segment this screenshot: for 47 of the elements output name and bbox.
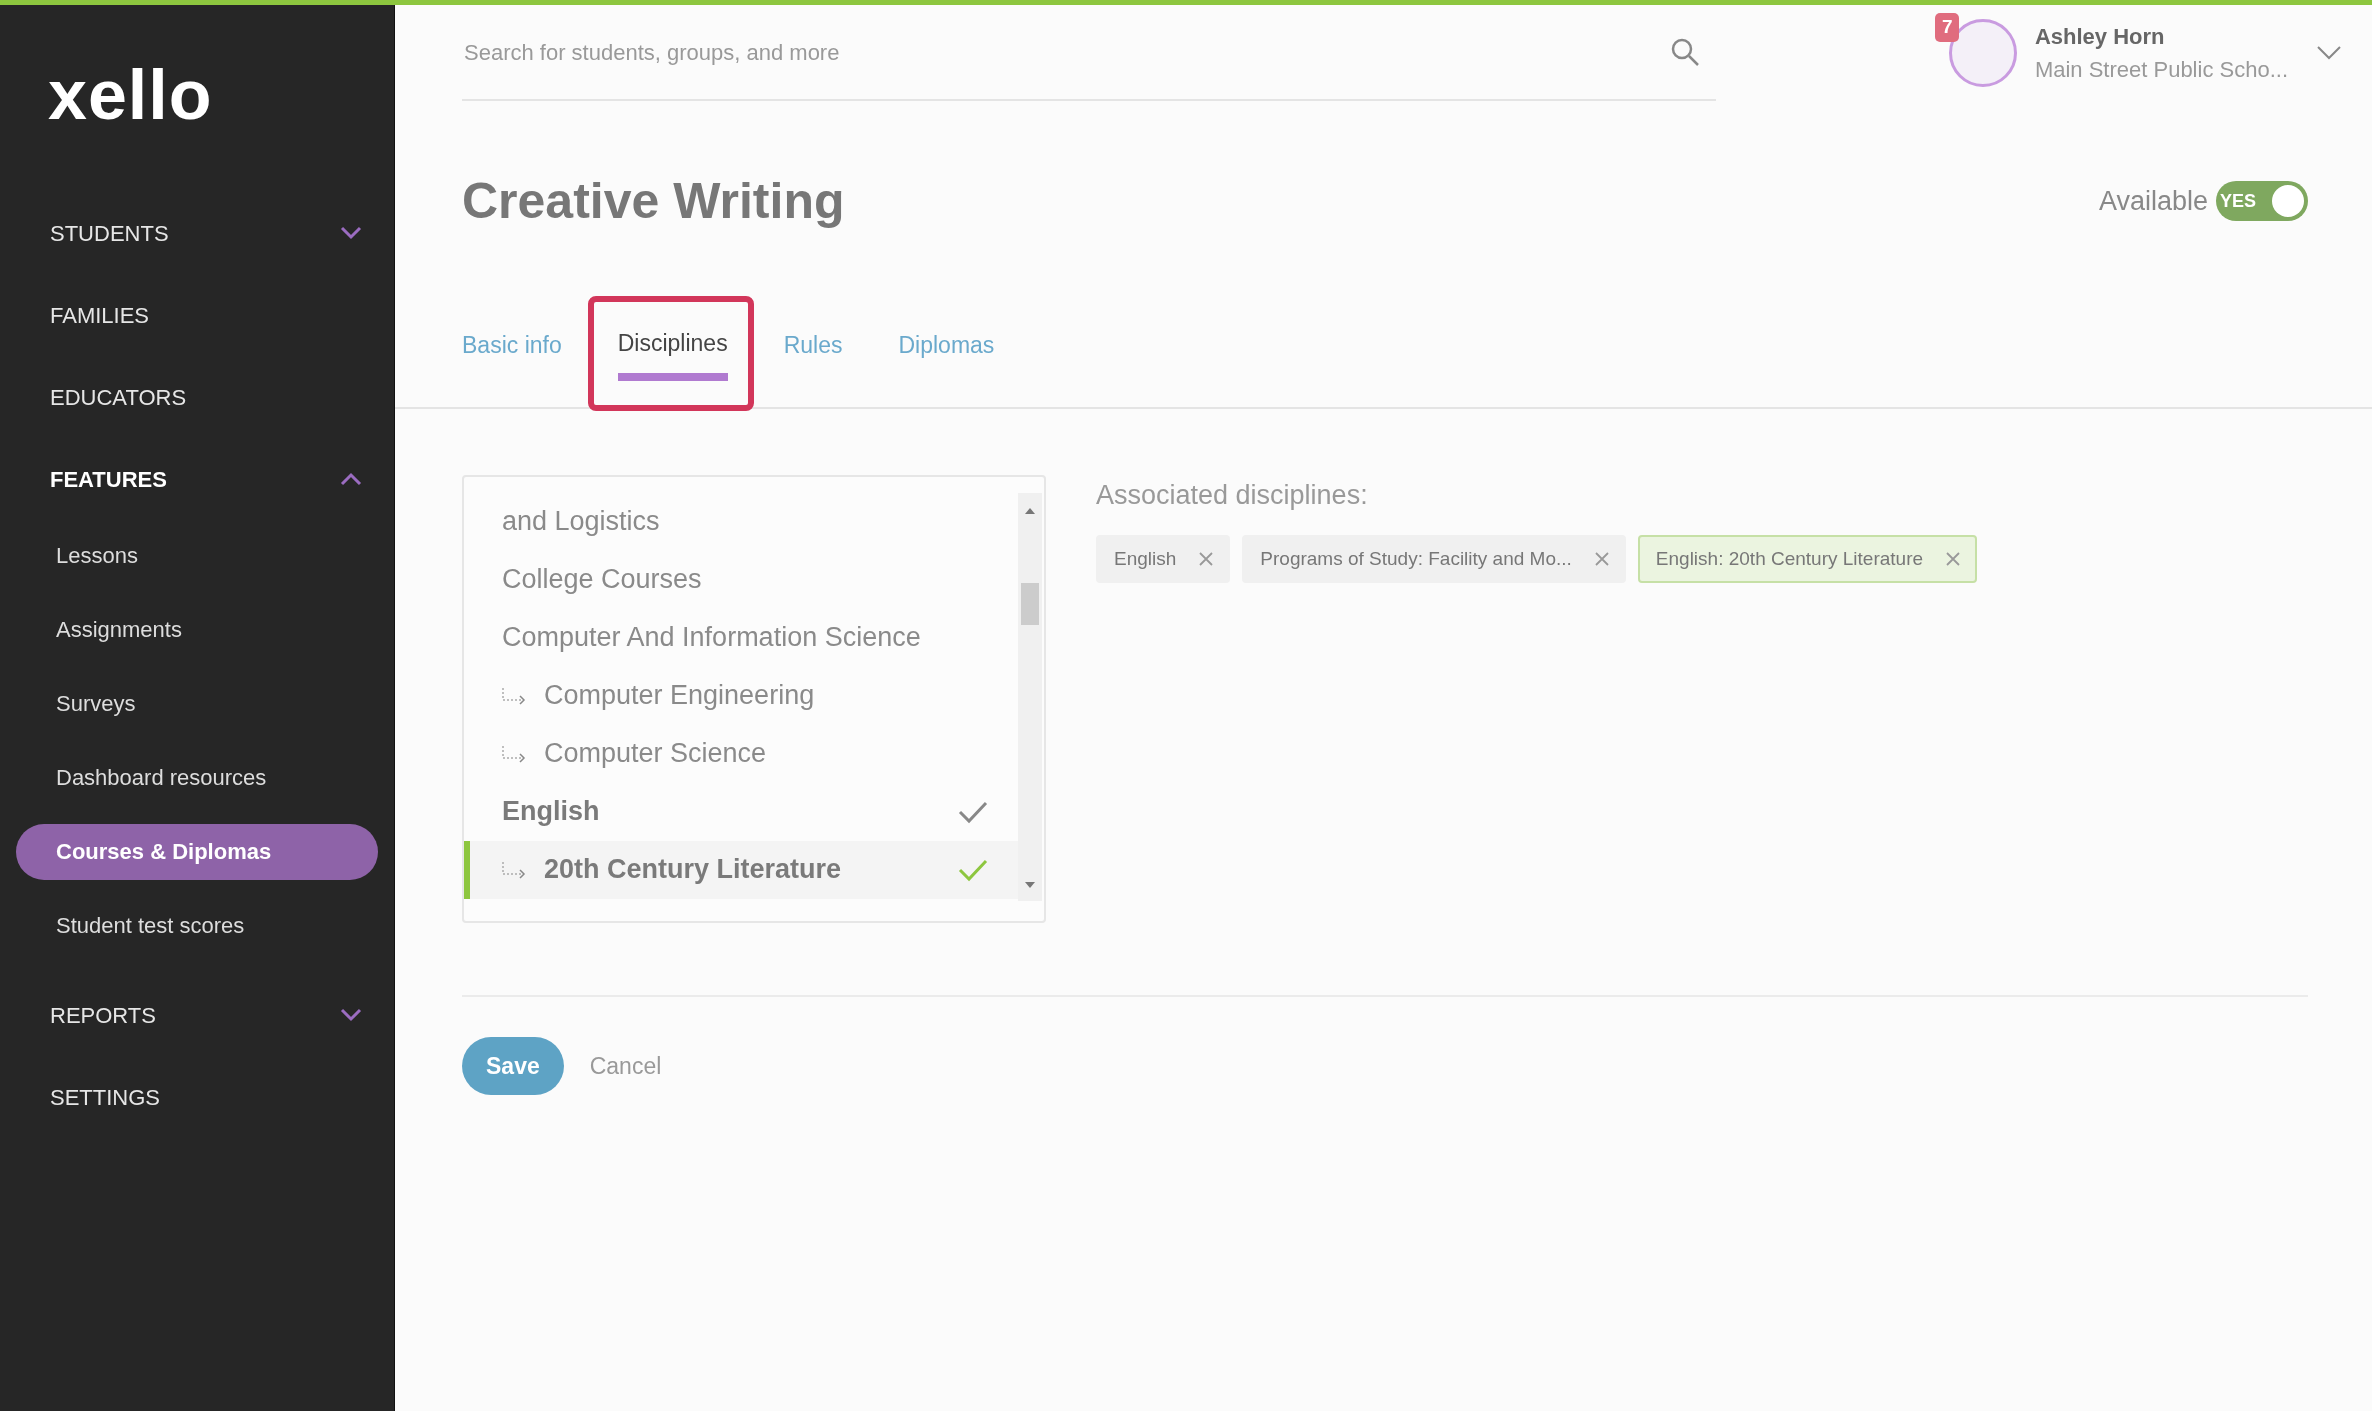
- list-item-label[interactable]: and Logistics: [502, 501, 660, 542]
- nav-subitem[interactable]: Student test scores: [16, 898, 378, 954]
- nav-subitem[interactable]: Lessons: [16, 528, 378, 584]
- available-label: Available: [2098, 184, 2208, 218]
- school-name: Main Street Public Scho...: [2034, 56, 2288, 84]
- section-heading: Associated disciplines:: [1096, 478, 1369, 511]
- cancel-button[interactable]: Cancel: [589, 1048, 662, 1083]
- child-arrow-icon: [502, 860, 526, 879]
- scroll-up-icon[interactable]: [1024, 506, 1036, 515]
- list-item-label[interactable]: Computer Science: [544, 733, 767, 774]
- tab[interactable]: Basic info: [462, 328, 582, 407]
- nav-item[interactable]: EDUCATORS: [50, 380, 187, 414]
- search-input[interactable]: Search for students, groups, and more: [462, 34, 1670, 70]
- tag-label: English: [1114, 546, 1177, 571]
- close-icon[interactable]: [1945, 551, 1962, 568]
- tab[interactable]: Diplomas: [898, 328, 1015, 407]
- child-arrow-icon: [502, 686, 526, 705]
- tab[interactable]: Disciplines: [617, 326, 748, 405]
- list-item-label[interactable]: Computer And Information Science: [502, 617, 921, 658]
- list-item-label[interactable]: English: [502, 791, 600, 832]
- list-item-label[interactable]: College Courses: [502, 559, 702, 600]
- child-arrow-icon: [502, 744, 526, 763]
- user-name: Ashley Horn: [2034, 23, 2166, 51]
- nav-item[interactable]: STUDENTS: [50, 216, 169, 250]
- nav-item[interactable]: SETTINGS: [50, 1080, 160, 1114]
- search-icon[interactable]: [1670, 37, 1700, 67]
- close-icon[interactable]: [1593, 551, 1610, 568]
- nav-subitem[interactable]: Assignments: [16, 602, 378, 658]
- nav-subitem[interactable]: Dashboard resources: [16, 750, 378, 806]
- close-icon[interactable]: [1198, 551, 1215, 568]
- tag-label: Programs of Study: Facility and Mo...: [1260, 546, 1572, 571]
- notification-badge: 7: [1934, 13, 1960, 42]
- list-item-label[interactable]: Computer Engineering: [544, 675, 815, 716]
- nav-item[interactable]: FEATURES: [50, 462, 167, 496]
- scrollbar-thumb[interactable]: [1021, 582, 1039, 625]
- available-toggle[interactable]: YES: [2216, 181, 2308, 221]
- nav-subitem[interactable]: Courses & Diplomas: [16, 824, 378, 880]
- tab[interactable]: Rules: [783, 328, 863, 407]
- tag-label: English: 20th Century Literature: [1655, 546, 1924, 571]
- nav-item[interactable]: REPORTS: [50, 998, 156, 1032]
- logo: xello: [48, 60, 214, 130]
- chevron-down-icon[interactable]: [2316, 45, 2342, 61]
- save-button[interactable]: Save: [462, 1036, 564, 1095]
- nav-item[interactable]: FAMILIES: [50, 298, 150, 332]
- scroll-down-icon[interactable]: [1024, 880, 1036, 889]
- nav-subitem[interactable]: Surveys: [16, 676, 378, 732]
- page-title: Creative Writing: [462, 172, 845, 231]
